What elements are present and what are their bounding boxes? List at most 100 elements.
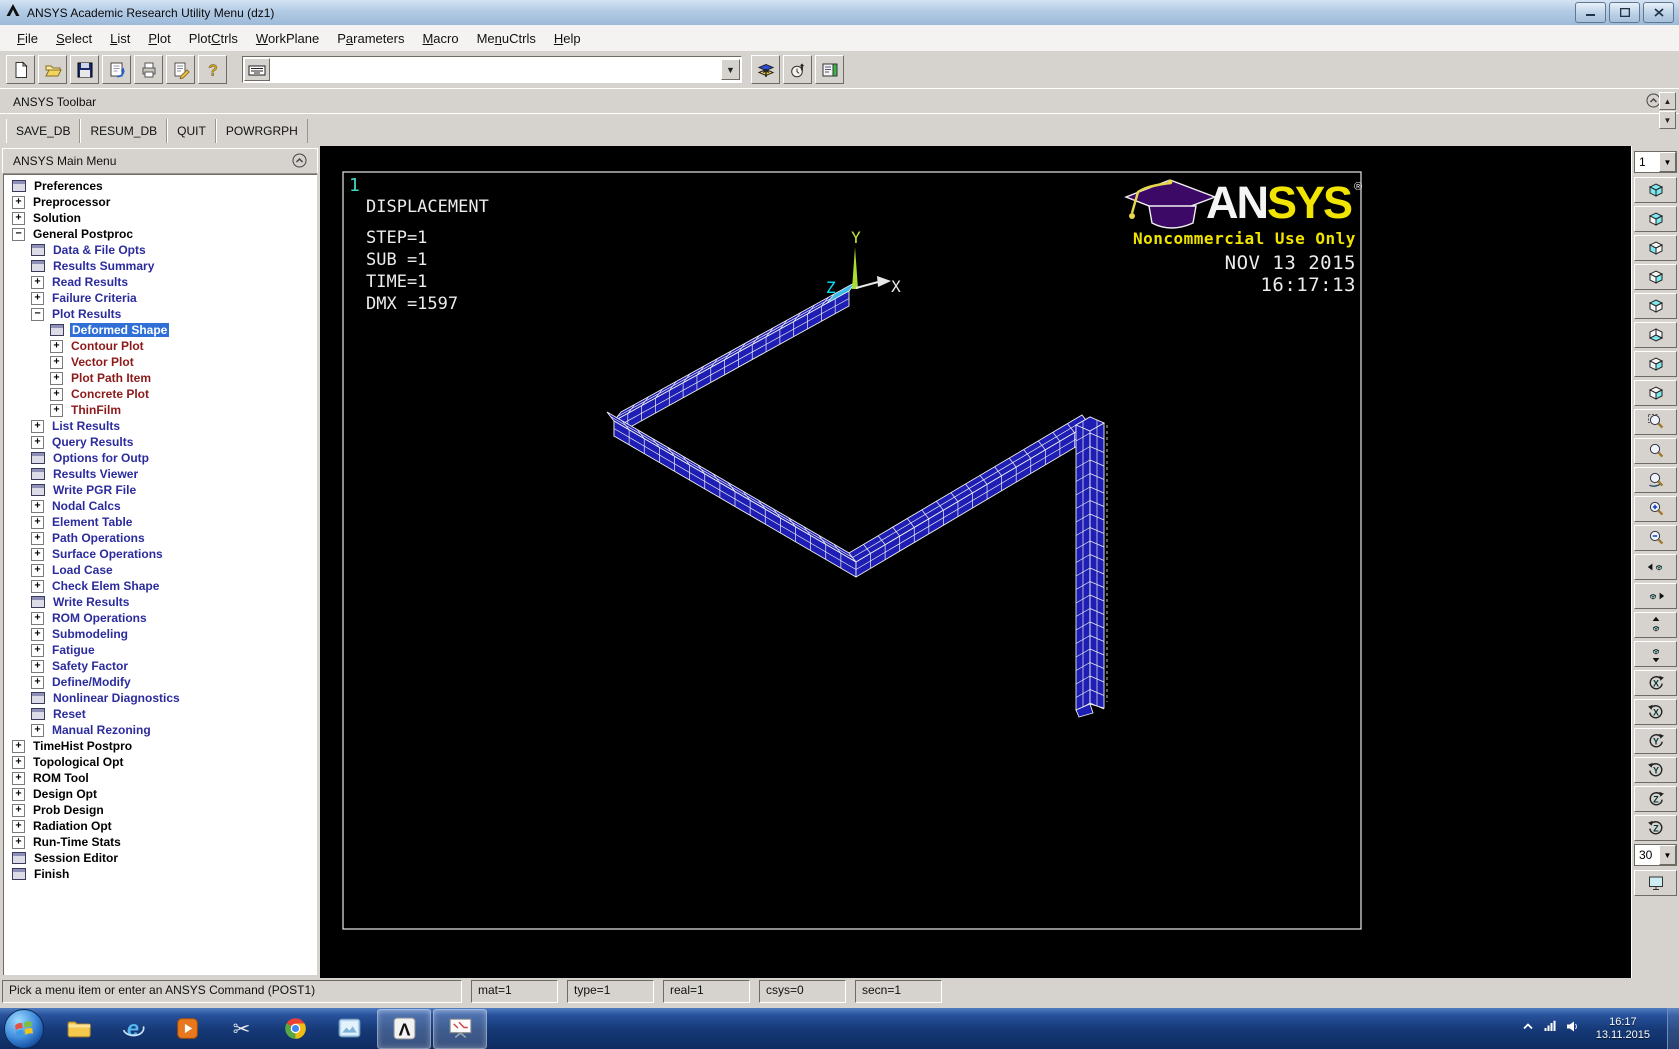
tree-item-options-for-outp[interactable]: Options for Outp — [4, 450, 317, 466]
tree-item-timehist-postpro[interactable]: + TimeHist Postpro — [4, 738, 317, 754]
toolbar-quit-button[interactable]: QUIT — [167, 118, 216, 143]
expand-icon[interactable]: + — [12, 755, 25, 769]
expand-icon[interactable]: + — [31, 419, 44, 433]
show-desktop-button[interactable] — [1667, 1008, 1679, 1049]
tree-item-run-time-stats[interactable]: + Run-Time Stats — [4, 834, 317, 850]
menu-parameters[interactable]: Parameters — [328, 27, 413, 50]
front-view-button[interactable] — [1634, 235, 1677, 261]
main-menu-header[interactable]: ANSYS Main Menu — [2, 148, 318, 174]
import-button[interactable] — [102, 55, 131, 84]
tree-item-rom-tool[interactable]: + ROM Tool — [4, 770, 317, 786]
expand-icon[interactable]: + — [31, 675, 44, 689]
dynamic-mode-button[interactable] — [1634, 870, 1677, 896]
expand-icon[interactable]: + — [50, 403, 63, 417]
taskbar-ansys[interactable]: Λ — [377, 1008, 431, 1049]
tree-item-check-elem-shape[interactable]: + Check Elem Shape — [4, 578, 317, 594]
expand-icon[interactable]: + — [31, 275, 44, 289]
tree-item-write-results[interactable]: Write Results — [4, 594, 317, 610]
raise-hidden-button[interactable] — [751, 55, 780, 84]
taskbar-snipping-tool[interactable]: ✂ — [215, 1010, 267, 1048]
expand-icon[interactable]: + — [50, 355, 63, 369]
tree-item-element-table[interactable]: + Element Table — [4, 514, 317, 530]
help-button[interactable]: ? — [198, 55, 227, 84]
taskbar-internet-explorer[interactable]: e — [107, 1010, 159, 1048]
menu-plot[interactable]: Plot — [139, 27, 179, 50]
tree-item-preferences[interactable]: Preferences — [4, 178, 317, 194]
scroll-down-icon[interactable]: ▼ — [1659, 111, 1676, 129]
menu-list[interactable]: List — [101, 27, 139, 50]
tree-item-results-summary[interactable]: Results Summary — [4, 258, 317, 274]
expand-icon[interactable]: + — [12, 819, 25, 833]
taskbar-clock[interactable]: 16:17 13.11.2015 — [1596, 1016, 1650, 1042]
start-button[interactable] — [4, 1008, 44, 1049]
tray-volume[interactable] — [1565, 1019, 1579, 1038]
tree-item-topological-opt[interactable]: + Topological Opt — [4, 754, 317, 770]
graphics-area[interactable]: 1 DISPLACEMENT STEP=1 SUB =1 TIME=1 DMX =1597… — [320, 146, 1632, 978]
taskbar-media-player[interactable] — [161, 1010, 213, 1048]
toolbar-powrgrph-button[interactable]: POWRGRPH — [215, 118, 308, 143]
expand-icon[interactable]: + — [31, 531, 44, 545]
open-file-button[interactable] — [38, 55, 67, 84]
collapse-icon[interactable]: − — [12, 227, 25, 241]
expand-icon[interactable]: + — [31, 627, 44, 641]
command-history-dropdown[interactable]: ▼ — [721, 59, 740, 80]
menu-workplane[interactable]: WorkPlane — [247, 27, 328, 50]
menu-help[interactable]: Help — [545, 27, 590, 50]
tree-item-results-viewer[interactable]: Results Viewer — [4, 466, 317, 482]
tree-item-surface-operations[interactable]: + Surface Operations — [4, 546, 317, 562]
expand-icon[interactable]: + — [31, 515, 44, 529]
left-view-button[interactable] — [1634, 351, 1677, 377]
taskbar-chrome[interactable] — [269, 1010, 321, 1048]
tree-item-session-editor[interactable]: Session Editor — [4, 850, 317, 866]
tree-item-read-results[interactable]: + Read Results — [4, 274, 317, 290]
menu-select[interactable]: Select — [47, 27, 101, 50]
back-view-button[interactable] — [1634, 264, 1677, 290]
rotate-z-plus-button[interactable]: Z — [1634, 786, 1677, 812]
minimize-button[interactable] — [1575, 2, 1606, 23]
rotate-x-plus-button[interactable]: X — [1634, 670, 1677, 696]
expand-icon[interactable]: + — [12, 835, 25, 849]
zoom-window-button[interactable] — [1634, 409, 1677, 435]
volume-icon[interactable] — [1565, 1019, 1579, 1033]
command-input[interactable] — [271, 59, 721, 80]
expand-icon[interactable]: + — [50, 371, 63, 385]
tree-item-query-results[interactable]: + Query Results — [4, 434, 317, 450]
tree-item-manual-rezoning[interactable]: + Manual Rezoning — [4, 722, 317, 738]
tree-item-radiation-opt[interactable]: + Radiation Opt — [4, 818, 317, 834]
expand-icon[interactable]: + — [31, 611, 44, 625]
tree-item-data-file-opts[interactable]: Data & File Opts — [4, 242, 317, 258]
rotate-x-minus-button[interactable]: X — [1634, 699, 1677, 725]
rate-select-dropdown[interactable]: 30 ▼ — [1634, 844, 1677, 866]
collapse-icon[interactable]: − — [31, 307, 44, 321]
zoom-in-button[interactable] — [1634, 496, 1677, 522]
tree-item-contour-plot[interactable]: + Contour Plot — [4, 338, 317, 354]
rotate-y-plus-button[interactable]: Y — [1634, 728, 1677, 754]
iso-view-button[interactable] — [1634, 177, 1677, 203]
tree-item-nonlinear-diagnostics[interactable]: Nonlinear Diagnostics — [4, 690, 317, 706]
expand-icon[interactable]: + — [31, 563, 44, 577]
scroll-up-icon[interactable]: ▲ — [1659, 92, 1676, 110]
close-button[interactable] — [1643, 2, 1674, 23]
title-bar[interactable]: ANSYS Academic Research Utility Menu (dz… — [0, 0, 1679, 26]
expand-icon[interactable]: + — [31, 547, 44, 561]
menu-menuctrls[interactable]: MenuCtrls — [468, 27, 545, 50]
tree-item-design-opt[interactable]: + Design Opt — [4, 786, 317, 802]
right-view-button[interactable] — [1634, 380, 1677, 406]
tree-item-plot-results[interactable]: − Plot Results — [4, 306, 317, 322]
tree-item-safety-factor[interactable]: + Safety Factor — [4, 658, 317, 674]
tree-item-define-modify[interactable]: + Define/Modify — [4, 674, 317, 690]
tree-item-nodal-calcs[interactable]: + Nodal Calcs — [4, 498, 317, 514]
expand-icon[interactable]: + — [12, 739, 25, 753]
tree-item-load-case[interactable]: + Load Case — [4, 562, 317, 578]
tree-item-failure-criteria[interactable]: + Failure Criteria — [4, 290, 317, 306]
reset-picking-button[interactable] — [783, 55, 812, 84]
tree-item-preprocessor[interactable]: + Preprocessor — [4, 194, 317, 210]
report-generator-button[interactable] — [166, 55, 195, 84]
rotate-y-minus-button[interactable]: Y — [1634, 757, 1677, 783]
maximize-button[interactable] — [1609, 2, 1640, 23]
expand-icon[interactable]: + — [12, 211, 25, 225]
collapse-menu-icon[interactable] — [292, 153, 307, 171]
bottom-view-button[interactable] — [1634, 322, 1677, 348]
zoom-out-button[interactable] — [1634, 525, 1677, 551]
oblique-view-button[interactable] — [1634, 206, 1677, 232]
